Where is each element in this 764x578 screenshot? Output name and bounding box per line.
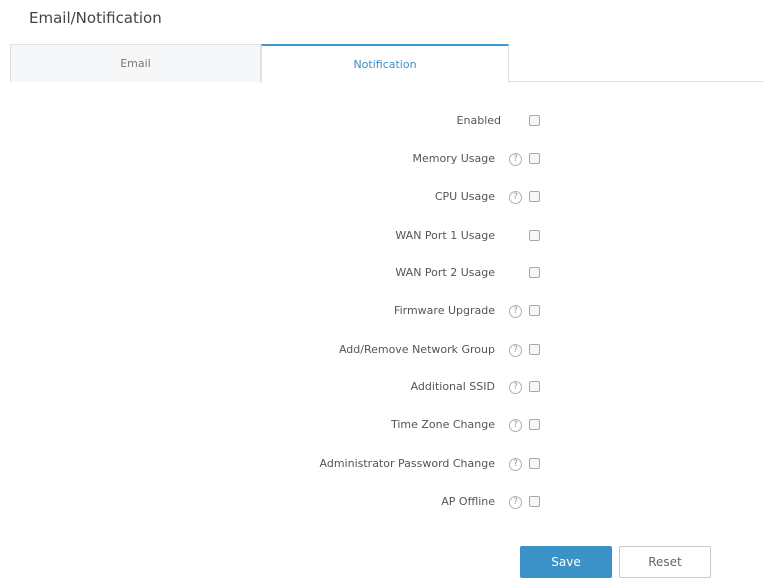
add-remove-network-group-checkbox[interactable] xyxy=(529,344,540,355)
row-label-wan-port-1-usage: WAN Port 1 Usage xyxy=(395,229,495,242)
row-administrator-password-change: Administrator Password Change ? xyxy=(0,455,560,475)
row-cpu-usage: CPU Usage ? xyxy=(0,188,560,208)
tab-email[interactable]: Email xyxy=(10,44,261,82)
wan-port-2-usage-checkbox[interactable] xyxy=(529,267,540,278)
page-title: Email/Notification xyxy=(29,9,162,27)
row-label-additional-ssid: Additional SSID xyxy=(410,380,495,393)
row-label-firmware-upgrade: Firmware Upgrade xyxy=(394,304,495,317)
ap-offline-checkbox[interactable] xyxy=(529,496,540,507)
help-icon[interactable]: ? xyxy=(509,153,522,166)
additional-ssid-checkbox[interactable] xyxy=(529,381,540,392)
row-label-time-zone-change: Time Zone Change xyxy=(390,418,495,431)
memory-usage-checkbox[interactable] xyxy=(529,153,540,164)
tab-notification[interactable]: Notification xyxy=(261,44,509,83)
row-memory-usage: Memory Usage ? xyxy=(0,150,560,170)
row-label-add-remove-network-group: Add/Remove Network Group xyxy=(338,343,495,356)
row-firmware-upgrade: Firmware Upgrade ? xyxy=(0,302,560,322)
row-label-administrator-password-change: Administrator Password Change xyxy=(319,457,495,470)
help-icon[interactable]: ? xyxy=(509,191,522,204)
reset-button[interactable]: Reset xyxy=(619,546,711,578)
row-time-zone-change: Time Zone Change ? xyxy=(0,416,560,436)
row-ap-offline: AP Offline ? xyxy=(0,493,560,513)
row-wan-port-1-usage: WAN Port 1 Usage xyxy=(0,227,560,247)
row-label-wan-port-2-usage: WAN Port 2 Usage xyxy=(395,266,495,279)
row-additional-ssid: Additional SSID ? xyxy=(0,378,560,398)
cpu-usage-checkbox[interactable] xyxy=(529,191,540,202)
administrator-password-change-checkbox[interactable] xyxy=(529,458,540,469)
row-label-ap-offline: AP Offline xyxy=(441,495,495,508)
row-label-cpu-usage: CPU Usage xyxy=(434,190,495,203)
tab-bar: Email Notification xyxy=(10,44,764,83)
firmware-upgrade-checkbox[interactable] xyxy=(529,305,540,316)
row-add-remove-network-group: Add/Remove Network Group ? xyxy=(0,341,560,361)
row-wan-port-2-usage: WAN Port 2 Usage xyxy=(0,264,560,284)
save-button[interactable]: Save xyxy=(520,546,612,578)
help-icon[interactable]: ? xyxy=(509,344,522,357)
help-icon[interactable]: ? xyxy=(509,458,522,471)
row-enabled: Enabled xyxy=(0,112,560,132)
row-label-enabled: Enabled xyxy=(456,114,501,127)
help-icon[interactable]: ? xyxy=(509,496,522,509)
help-icon[interactable]: ? xyxy=(509,419,522,432)
enabled-checkbox[interactable] xyxy=(529,115,540,126)
wan-port-1-usage-checkbox[interactable] xyxy=(529,230,540,241)
time-zone-change-checkbox[interactable] xyxy=(529,419,540,430)
row-label-memory-usage: Memory Usage xyxy=(412,152,495,165)
help-icon[interactable]: ? xyxy=(509,305,522,318)
help-icon[interactable]: ? xyxy=(509,381,522,394)
